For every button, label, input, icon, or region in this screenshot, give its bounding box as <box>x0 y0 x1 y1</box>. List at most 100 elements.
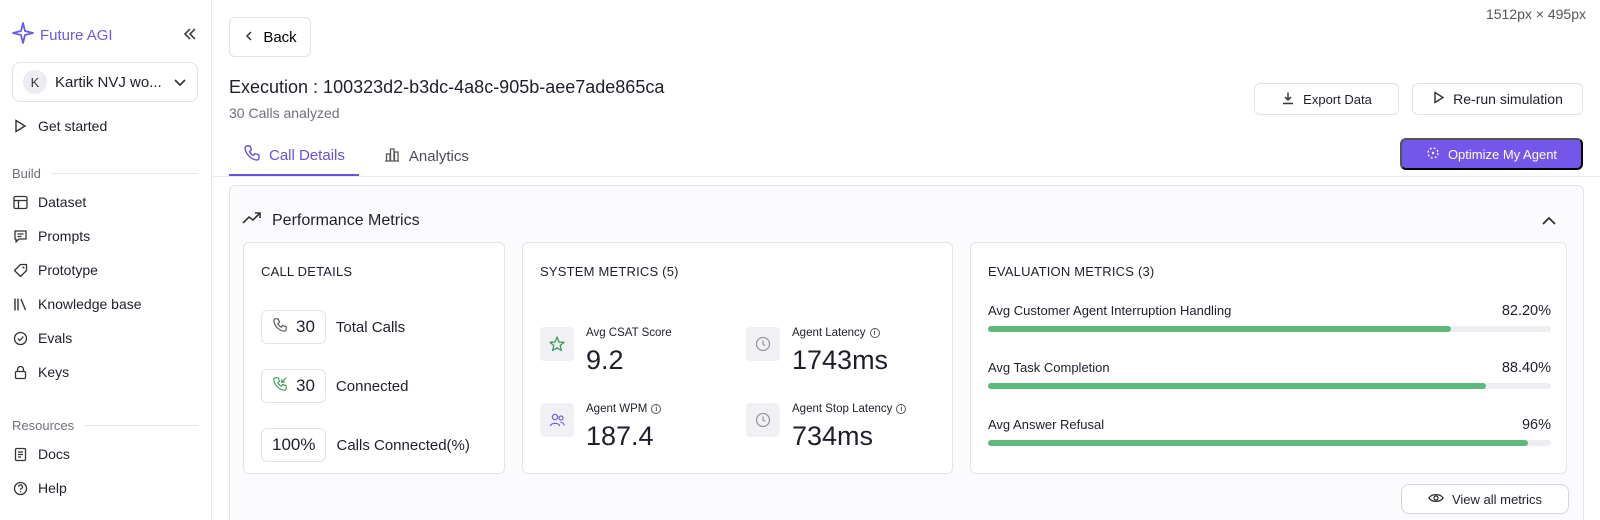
calls-analyzed-subtitle: 30 Calls analyzed <box>229 105 340 121</box>
tab-call-details-label: Call Details <box>269 146 345 164</box>
eval-metric-row: Avg Customer Agent Interruption Handling… <box>988 303 1551 332</box>
nav-prompts-label: Prompts <box>38 228 91 244</box>
table-icon <box>12 194 28 210</box>
trending-up-icon <box>242 210 262 231</box>
nav-prototype-label: Prototype <box>38 262 98 278</box>
brand-logo[interactable]: Future AGI <box>12 22 113 49</box>
divider <box>50 173 198 174</box>
resources-section-label: Resources <box>12 418 198 433</box>
page-title: Execution : 100323d2-b3dc-4a8c-905b-aee7… <box>229 77 665 97</box>
avg-csat-label: Avg CSAT Score <box>586 327 672 339</box>
phone-icon <box>243 144 261 166</box>
nav-docs-label: Docs <box>38 446 70 462</box>
sparkle-icon <box>1426 146 1440 163</box>
future-agi-logo-icon <box>12 22 34 49</box>
progress-track <box>988 326 1551 332</box>
clock-icon <box>746 327 780 361</box>
users-icon <box>540 403 574 437</box>
nav-help-label: Help <box>38 480 67 496</box>
progress-track <box>988 440 1551 446</box>
evaluation-metrics-title: EVALUATION METRICS (3) <box>988 264 1155 279</box>
eval-metric-row: Avg Answer Refusal 96% <box>988 417 1551 446</box>
agent-stop-latency-label-wrap: Agent Stop Latency i <box>792 403 907 415</box>
collapse-panel-chevron-up-icon[interactable] <box>1538 210 1560 232</box>
resources-label: Resources <box>12 418 75 433</box>
workspace-selector[interactable]: K Kartik NVJ wo... <box>12 62 198 102</box>
connected-label: Connected <box>335 377 409 395</box>
eval-metric-label: Avg Task Completion <box>988 360 1110 375</box>
build-section-label: Build <box>12 166 198 181</box>
info-icon[interactable]: i <box>651 404 662 414</box>
view-all-metrics-label: View all metrics <box>1451 491 1543 507</box>
chevron-down-icon <box>173 75 187 89</box>
nav-help[interactable]: Help <box>12 475 198 501</box>
avg-csat-metric: Avg CSAT Score 9.2 <box>540 327 672 376</box>
lock-icon <box>12 364 28 380</box>
nav-knowledge-base[interactable]: Knowledge base <box>12 291 198 317</box>
nav-keys[interactable]: Keys <box>12 359 198 385</box>
agent-wpm-label-wrap: Agent WPM i <box>586 403 662 415</box>
phone-incoming-icon <box>272 376 288 397</box>
play-icon <box>1432 91 1445 107</box>
total-calls-row: 30 Total Calls <box>261 310 405 344</box>
avg-csat-value: 9.2 <box>586 345 624 375</box>
nav-dataset-label: Dataset <box>38 194 87 210</box>
progress-fill <box>988 383 1486 389</box>
tab-analytics[interactable]: Analytics <box>369 136 483 176</box>
chevron-left-icon <box>243 29 255 46</box>
nav-docs[interactable]: Docs <box>12 441 198 467</box>
agent-wpm-value: 187.4 <box>586 421 654 451</box>
agent-wpm-metric: Agent WPM i 187.4 <box>540 403 662 452</box>
connected-box: 30 <box>261 369 326 403</box>
calls-connected-pct-label: Calls Connected(%) <box>336 436 470 454</box>
export-data-button[interactable]: Export Data <box>1254 83 1399 115</box>
info-icon[interactable]: i <box>869 328 880 338</box>
nav-dataset[interactable]: Dataset <box>12 189 198 215</box>
screen-dimensions-label: 1512px × 495px <box>1485 6 1586 22</box>
tab-bar: Call Details Analytics <box>229 136 483 176</box>
call-details-card: CALL DETAILS 30 Total Calls 30 Connected… <box>243 242 505 474</box>
bar-chart-icon <box>383 145 401 167</box>
progress-fill <box>988 440 1529 446</box>
optimize-my-agent-label: Optimize My Agent <box>1447 146 1558 162</box>
divider <box>84 425 198 426</box>
performance-metrics-title: Performance Metrics <box>272 211 420 229</box>
nav-evals[interactable]: Evals <box>12 325 198 351</box>
call-details-title: CALL DETAILS <box>261 264 353 279</box>
optimize-my-agent-button[interactable]: Optimize My Agent <box>1400 138 1583 170</box>
star-icon <box>540 327 574 361</box>
back-button-label: Back <box>263 28 297 46</box>
nav-keys-label: Keys <box>38 364 70 380</box>
nav-evals-label: Evals <box>38 330 73 346</box>
calls-connected-pct-row: 100% Calls Connected(%) <box>261 428 470 462</box>
chat-icon <box>12 228 28 244</box>
download-icon <box>1281 91 1295 108</box>
eval-metric-value: 82.20% <box>1501 303 1551 319</box>
tag-icon <box>12 262 28 278</box>
document-icon <box>12 446 28 462</box>
agent-latency-value: 1743ms <box>792 345 889 375</box>
info-icon[interactable]: i <box>896 404 907 414</box>
nav-prototype[interactable]: Prototype <box>12 257 198 283</box>
eval-metric-value: 88.40% <box>1501 360 1551 376</box>
back-button[interactable]: Back <box>229 17 311 57</box>
rerun-simulation-label: Re-run simulation <box>1453 91 1563 107</box>
workspace-name: Kartik NVJ wo... <box>55 73 162 91</box>
nav-prompts[interactable]: Prompts <box>12 223 198 249</box>
agent-stop-latency-metric: Agent Stop Latency i 734ms <box>746 403 907 452</box>
tab-analytics-label: Analytics <box>408 147 469 165</box>
nav-get-started[interactable]: Get started <box>12 113 198 139</box>
system-metrics-title: SYSTEM METRICS (5) <box>540 264 679 279</box>
nav-get-started-label: Get started <box>38 118 108 134</box>
evaluation-metrics-card: EVALUATION METRICS (3) Avg Customer Agen… <box>970 242 1567 474</box>
clock-icon <box>746 403 780 437</box>
rerun-simulation-button[interactable]: Re-run simulation <box>1412 83 1583 115</box>
system-metrics-card: SYSTEM METRICS (5) Avg CSAT Score 9.2 Ag… <box>522 242 953 474</box>
view-all-metrics-button[interactable]: View all metrics <box>1401 484 1569 514</box>
collapse-sidebar-icon[interactable] <box>180 24 200 44</box>
tab-call-details[interactable]: Call Details <box>229 136 359 176</box>
connected-value: 30 <box>296 376 315 395</box>
eye-icon <box>1428 492 1444 507</box>
agent-latency-metric: Agent Latency i 1743ms <box>746 327 888 376</box>
agent-stop-latency-value: 734ms <box>792 421 874 451</box>
